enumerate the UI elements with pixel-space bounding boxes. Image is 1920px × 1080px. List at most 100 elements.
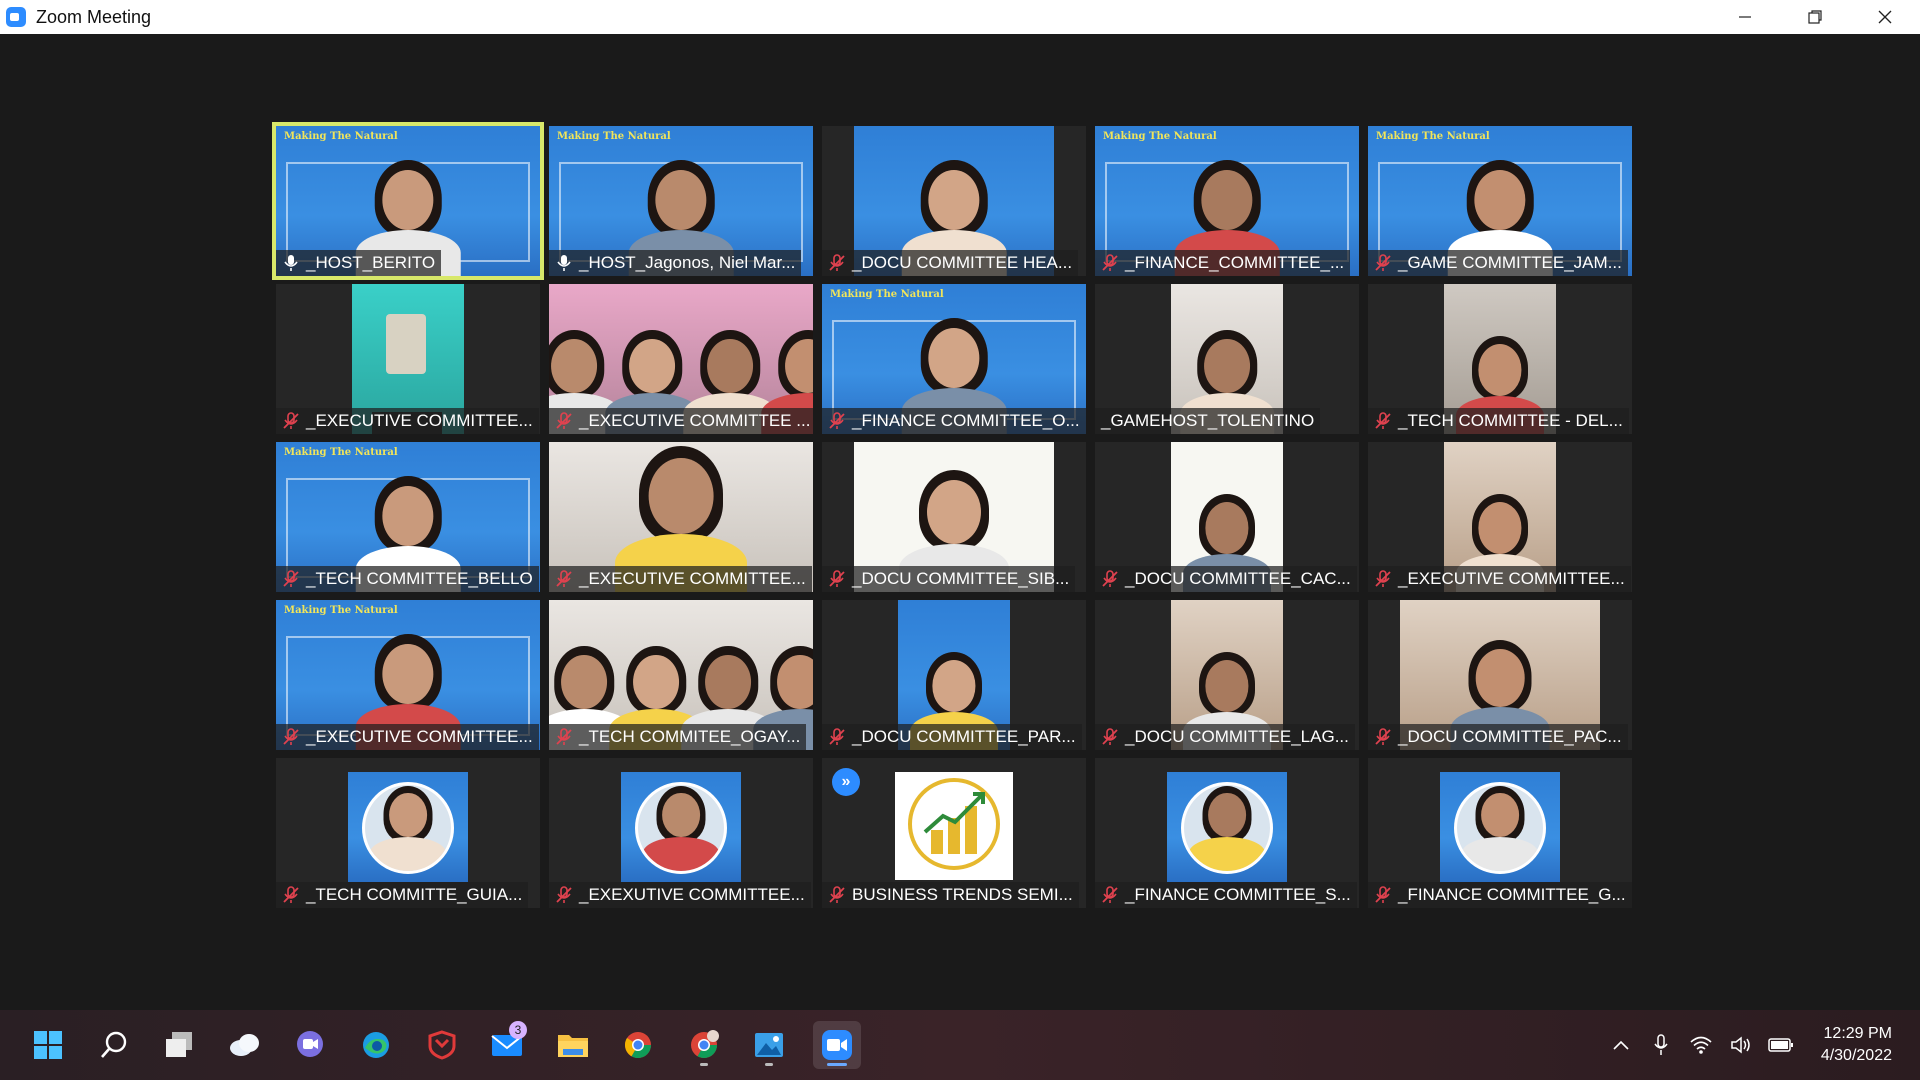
participant-tile[interactable]: _FINANCE COMMITTEE_G... <box>1368 758 1632 908</box>
participant-name-bar: _GAME COMMITTEE_JAM... <box>1368 250 1628 276</box>
participant-name: _TECH COMMITTE_GUIA... <box>306 885 523 904</box>
security-icon[interactable] <box>418 1021 466 1069</box>
chrome-icon[interactable] <box>614 1021 662 1069</box>
clock-date: 4/30/2022 <box>1820 1047 1892 1064</box>
restore-icon <box>1808 10 1822 24</box>
battery-icon[interactable] <box>1768 1032 1794 1058</box>
participant-name-bar: _DOCU COMMITTEE_CAC... <box>1095 566 1357 592</box>
participant-name: _DOCU COMMITTEE_LAG... <box>1125 727 1349 746</box>
participant-name: _DOCU COMMITTEE_PAR... <box>852 727 1076 746</box>
participant-name: _TECH COMMITEE_OGAY... <box>579 727 801 746</box>
search-icon[interactable] <box>90 1021 138 1069</box>
participant-name-bar: _HOST_BERITO <box>276 250 442 276</box>
participant-tile[interactable]: _TECH COMMITTEE - DEL... <box>1368 284 1632 434</box>
participant-name-bar: _EXECUTIVE COMMITTEE... <box>1368 566 1631 592</box>
participant-figure <box>639 785 723 871</box>
running-indicator <box>765 1063 773 1066</box>
participant-tile[interactable]: _DOCU COMMITTEE_CAC... <box>1095 442 1359 592</box>
mail-icon[interactable]: 3 <box>483 1021 531 1069</box>
widgets-icon[interactable] <box>221 1021 269 1069</box>
participant-tile[interactable]: _EXECUTIVE COMMITTEE... <box>1368 442 1632 592</box>
close-icon <box>1878 10 1892 24</box>
edge-icon[interactable] <box>352 1021 400 1069</box>
participant-tile[interactable]: _DOCU COMMITTEE_LAG... <box>1095 600 1359 750</box>
mic-muted-icon <box>1374 254 1392 272</box>
participant-tile[interactable]: Making The Natural _GAME COMMITTEE_JAM..… <box>1368 126 1632 276</box>
participant-tile[interactable]: _EXECUTIVE COMMITTEE... <box>276 284 540 434</box>
mic-muted-icon <box>1374 728 1392 746</box>
participant-tile[interactable]: _EXECUTIVE COMMITTEE ... <box>549 284 813 434</box>
participant-name: _TECH COMMITTEE - DEL... <box>1398 411 1623 430</box>
participant-tile[interactable]: Making The Natural _EXECUTIVE COMMITTEE.… <box>276 600 540 750</box>
participant-name-bar: _EXECUTIVE COMMITTEE... <box>276 408 539 434</box>
file-explorer-icon[interactable] <box>549 1021 597 1069</box>
window-title: Zoom Meeting <box>36 6 152 27</box>
participant-tile[interactable]: _FINANCE COMMITTEE_S... <box>1095 758 1359 908</box>
mic-muted-icon <box>555 886 573 904</box>
profile-picture <box>1167 772 1287 882</box>
banner-text: Making The Natural <box>284 447 398 458</box>
participant-tile[interactable]: Making The Natural _FINANCE_COMMITTEE_..… <box>1095 126 1359 276</box>
participant-tile[interactable]: Making The Natural _TECH COMMITTEE_BELLO <box>276 442 540 592</box>
photos-icon[interactable] <box>745 1021 793 1069</box>
participant-name: _FINANCE COMMITTEE_G... <box>1398 885 1626 904</box>
mic-muted-icon <box>828 728 846 746</box>
avatar <box>1181 782 1273 874</box>
participant-name-bar: _EXECUTIVE COMMITTEE ... <box>549 408 813 434</box>
zoom-icon[interactable] <box>813 1021 861 1069</box>
participant-name: _EXECUTIVE COMMITTEE... <box>579 569 806 588</box>
participant-name: _TECH COMMITTEE_BELLO <box>306 569 533 588</box>
participant-tile[interactable]: Making The Natural _HOST_Jagonos, Niel M… <box>549 126 813 276</box>
participant-tile[interactable]: _DOCU COMMITTEE_SIB... <box>822 442 1086 592</box>
business-trends-logo <box>895 772 1013 880</box>
banner-text: Making The Natural <box>284 605 398 616</box>
notification-badge: 3 <box>509 1021 527 1039</box>
participant-name: _FINANCE_COMMITTEE_... <box>1125 253 1345 272</box>
participant-tile[interactable]: _TECH COMMITEE_OGAY... <box>549 600 813 750</box>
mic-muted-icon <box>1374 412 1392 430</box>
chevron-up-icon[interactable] <box>1608 1032 1634 1058</box>
minimize-button[interactable] <box>1710 0 1780 34</box>
close-button[interactable] <box>1850 0 1920 34</box>
participant-tile[interactable]: Making The Natural _HOST_BERITO <box>272 122 544 280</box>
fast-forward-icon[interactable]: » <box>832 768 860 796</box>
task-view-icon[interactable] <box>155 1021 203 1069</box>
participant-name-bar: _GAMEHOST_TOLENTINO <box>1095 408 1321 434</box>
mic-muted-icon <box>1374 886 1392 904</box>
start-icon[interactable] <box>24 1021 72 1069</box>
mic-muted-icon <box>1101 570 1119 588</box>
taskbar: 3 12:29 PM 4/30/2022 <box>0 1010 1920 1080</box>
microphone-icon[interactable] <box>1648 1032 1674 1058</box>
chat-icon[interactable] <box>286 1021 334 1069</box>
wifi-icon[interactable] <box>1688 1032 1714 1058</box>
participant-name: _DOCU COMMITTEE_CAC... <box>1125 569 1351 588</box>
mic-muted-icon <box>282 886 300 904</box>
participant-name-bar: _FINANCE COMMITTEE_O... <box>822 408 1086 434</box>
participant-tile[interactable]: _EXECUTIVE COMMITTEE... <box>549 442 813 592</box>
volume-icon[interactable] <box>1728 1032 1754 1058</box>
banner-text: Making The Natural <box>1103 131 1217 142</box>
participant-name: _FINANCE COMMITTEE_S... <box>1125 885 1351 904</box>
profile-picture <box>348 772 468 882</box>
zoom-app-icon <box>6 7 26 27</box>
restore-button[interactable] <box>1780 0 1850 34</box>
participant-name-bar: BUSINESS TRENDS SEMI... <box>822 882 1079 908</box>
clock[interactable]: 12:29 PM 4/30/2022 <box>1821 1023 1892 1067</box>
participant-name-bar: _EXEXUTIVE COMMITTEE... <box>549 882 811 908</box>
participant-tile[interactable]: _TECH COMMITTE_GUIA... <box>276 758 540 908</box>
participant-name-bar: _EXECUTIVE COMMITTEE... <box>276 724 539 750</box>
participant-tile[interactable]: _DOCU COMMITTEE HEA... <box>822 126 1086 276</box>
participant-tile[interactable]: _DOCU COMMITTEE_PAC... <box>1368 600 1632 750</box>
meeting-area: Making The Natural _HOST_BERITO Making T… <box>0 34 1920 1010</box>
mic-muted-icon <box>282 570 300 588</box>
participant-name-bar: _FINANCE_COMMITTEE_... <box>1095 250 1351 276</box>
participant-tile[interactable]: _EXEXUTIVE COMMITTEE... <box>549 758 813 908</box>
participant-name: _EXECUTIVE COMMITTEE... <box>1398 569 1625 588</box>
participant-tile[interactable]: » BUSINESS TRENDS SEMI... <box>822 758 1086 908</box>
participant-name: _FINANCE COMMITTEE_O... <box>852 411 1080 430</box>
chrome-profile-icon[interactable] <box>680 1021 728 1069</box>
participant-tile[interactable]: Making The Natural _FINANCE COMMITTEE_O.… <box>822 284 1086 434</box>
mic-muted-icon <box>1101 254 1119 272</box>
participant-tile[interactable]: _GAMEHOST_TOLENTINO <box>1095 284 1359 434</box>
participant-tile[interactable]: _DOCU COMMITTEE_PAR... <box>822 600 1086 750</box>
